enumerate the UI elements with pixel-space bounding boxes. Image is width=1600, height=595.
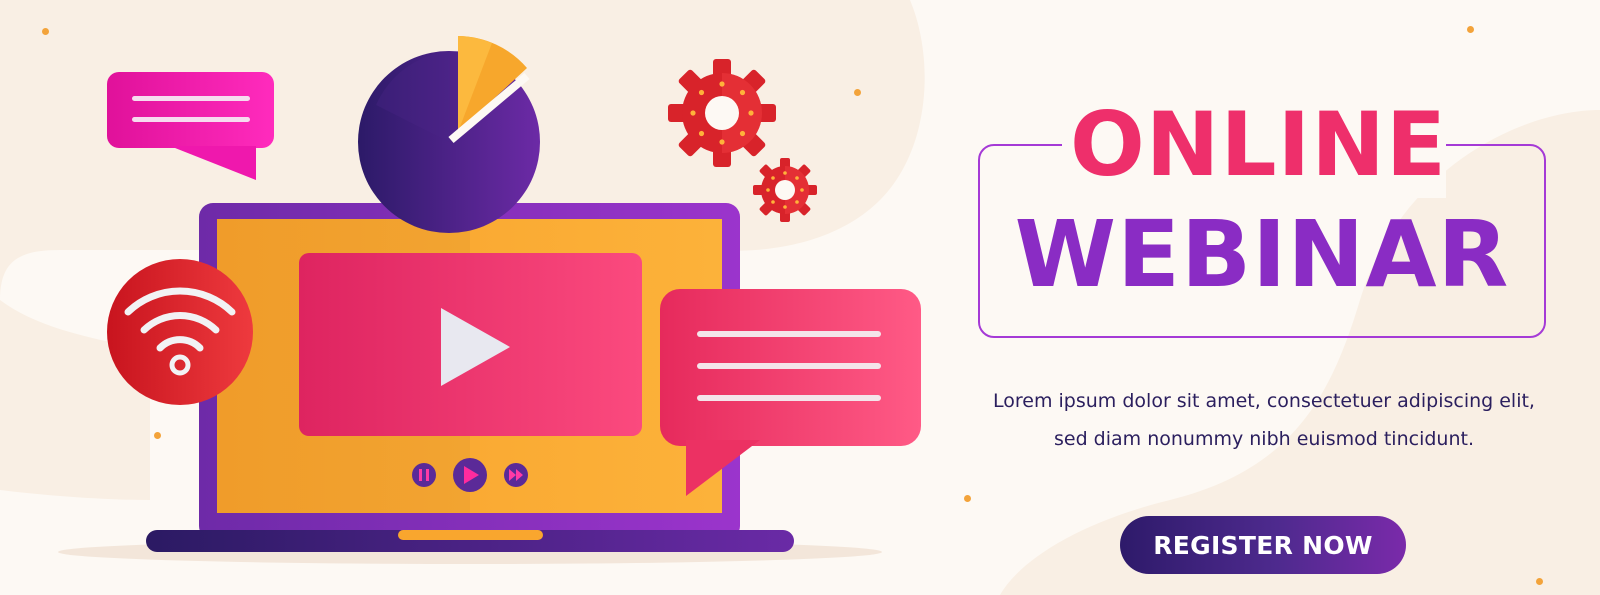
decorative-dot	[1536, 578, 1543, 585]
decorative-dot	[154, 432, 161, 439]
decorative-dot	[1467, 26, 1474, 33]
webinar-banner: ONLINE WEBINAR Lorem ipsum dolor sit ame…	[0, 0, 1600, 595]
title-online: ONLINE	[1062, 92, 1446, 198]
pause-icon[interactable]	[412, 463, 436, 487]
title-webinar: WEBINAR	[1014, 201, 1510, 308]
description-text: Lorem ipsum dolor sit amet, consectetuer…	[993, 390, 1535, 450]
decorative-dot	[964, 495, 971, 502]
chat-bubble-icon	[660, 289, 921, 496]
play-button-icon[interactable]	[453, 458, 487, 492]
wifi-icon	[107, 259, 253, 405]
register-now-button[interactable]: REGISTER NOW	[1120, 516, 1406, 574]
decorative-dot	[854, 89, 861, 96]
decorative-dot	[42, 28, 49, 35]
fast-forward-icon[interactable]	[504, 463, 528, 487]
